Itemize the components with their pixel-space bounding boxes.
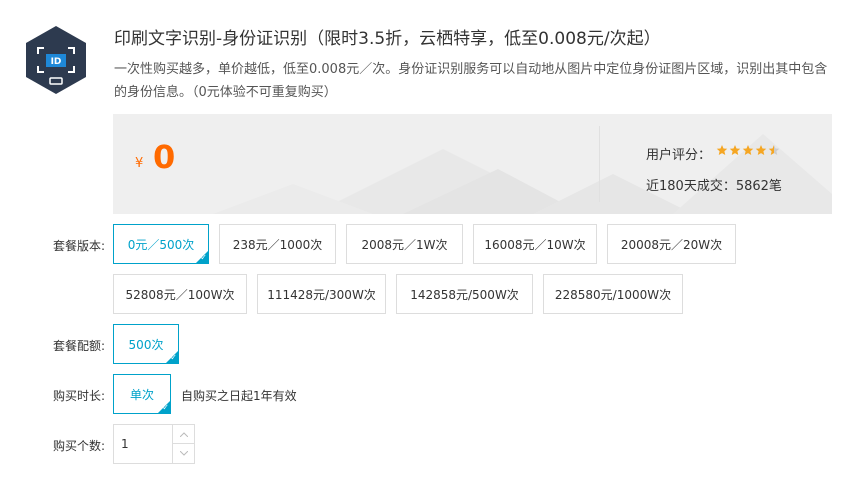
version-option[interactable]: 111428元/300W次 [257,274,386,314]
duration-option[interactable]: 单次 ✓ [113,374,171,414]
check-icon: ✓ [170,353,177,362]
star-full-icon [755,145,767,155]
version-option[interactable]: 16008元／10W次 [473,224,597,264]
version-label: 套餐版本: [53,239,106,253]
decrement-button[interactable] [172,444,194,463]
version-option-label: 52808元／100W次 [125,287,235,302]
version-option-label: 0元／500次 [127,237,195,252]
quantity-label: 购买个数: [53,439,106,453]
version-option-label: 16008元／10W次 [484,237,586,252]
price-divider [599,126,600,202]
quota-option[interactable]: 500次 ✓ [113,324,179,364]
version-option[interactable]: 142858元/500W次 [396,274,533,314]
version-option[interactable]: 20008元／20W次 [607,224,736,264]
version-option-label: 111428元/300W次 [267,287,376,302]
id-card-scan-icon: ID [26,26,86,94]
price-value: 0 [153,138,176,176]
product-title: 印刷文字识别-身份证识别（限时3.5折，云栖特享，低至0.008元/次起） [114,29,661,49]
duration-label: 购买时长: [53,389,106,403]
version-option-label: 20008元／20W次 [620,237,723,252]
star-full-icon [716,145,728,155]
product-description: 一次性购买越多，单价越低，低至0.008元／次。身份证识别服务可以自动地从图片中… [114,62,828,100]
star-full-icon [729,145,741,155]
quantity-input[interactable] [114,425,172,463]
duration-option-label: 单次 [129,387,154,402]
chevron-down-icon [179,451,188,456]
product-logo: ID [22,24,90,96]
version-option-label: 228580元/1000W次 [554,287,672,302]
version-option-label: 142858元/500W次 [410,287,519,302]
quota-option-label: 500次 [128,337,164,352]
version-option[interactable]: 0元／500次 ✓ [113,224,209,264]
chevron-up-icon [179,431,188,437]
version-option[interactable]: 2008元／1W次 [346,224,463,264]
rating-label: 用户评分： [646,148,712,163]
deals-count: 近180天成交：5862笔 [646,179,782,194]
quantity-stepper[interactable] [113,424,195,464]
mountain-background-graphic [213,134,832,214]
check-icon: ✓ [200,253,207,262]
version-option-label: 238元／1000次 [232,237,323,252]
quota-label: 套餐配额: [53,339,106,353]
version-option[interactable]: 238元／1000次 [219,224,336,264]
logo-text: ID [51,57,62,67]
check-icon: ✓ [162,403,169,412]
version-option[interactable]: 52808元／100W次 [113,274,247,314]
validity-note: 自购买之日起1年有效 [181,389,297,403]
rating-stars [716,143,780,157]
increment-button[interactable] [172,425,194,444]
star-full-icon [742,145,754,155]
price-panel: ¥ 0 用户评分： 近180天成交：5862笔 [113,114,832,214]
version-option[interactable]: 228580元/1000W次 [543,274,683,314]
version-option-label: 2008元／1W次 [361,237,448,252]
star-half-icon [768,145,780,155]
currency-symbol: ¥ [135,156,144,171]
